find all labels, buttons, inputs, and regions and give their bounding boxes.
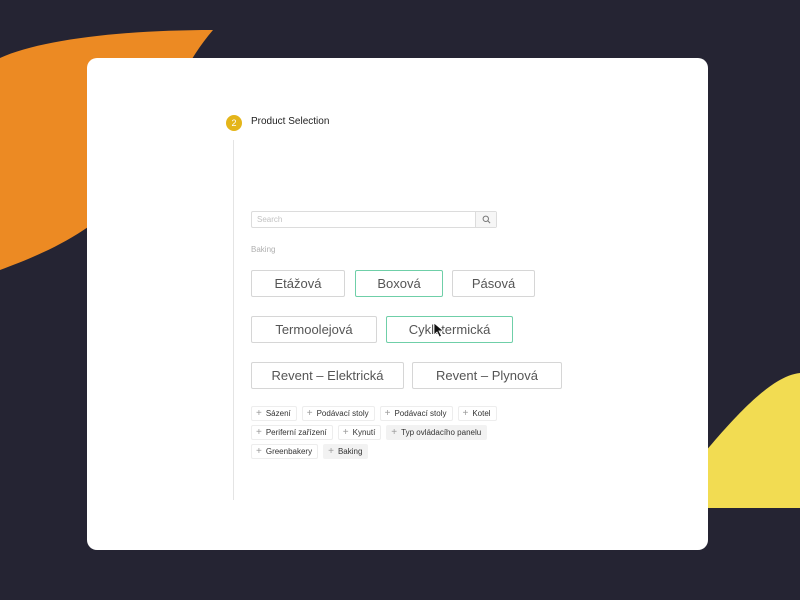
step-number-badge: 2: [226, 115, 242, 131]
plus-icon: +: [462, 407, 469, 419]
option-revent-elektricka[interactable]: Revent – Elektrická: [251, 362, 404, 389]
search-input[interactable]: [252, 212, 475, 227]
search-icon: [482, 215, 490, 224]
plus-icon: +: [384, 407, 391, 419]
mouse-cursor-icon: [433, 322, 445, 338]
plus-icon: +: [328, 445, 334, 457]
option-etazova[interactable]: Etážová: [251, 270, 345, 297]
tag-item[interactable]: + Typ ovládacího panelu: [386, 425, 488, 440]
tag-item[interactable]: + Podávací stoly: [379, 406, 453, 421]
tag-item[interactable]: + Kotel: [457, 406, 497, 421]
tag-item[interactable]: + Sázení: [251, 406, 297, 421]
option-termoolejova[interactable]: Termoolejová: [251, 316, 377, 343]
option-revent-plynova[interactable]: Revent – Plynová: [412, 362, 562, 389]
category-label: Baking: [251, 245, 276, 254]
step-connector-line: [233, 140, 234, 500]
tag-item[interactable]: + Baking: [323, 444, 369, 459]
search-button[interactable]: [475, 212, 496, 227]
option-boxova[interactable]: Boxová: [355, 270, 443, 297]
tag-item[interactable]: + Kynutí: [337, 425, 382, 440]
plus-icon: +: [391, 426, 398, 438]
plus-icon: +: [256, 445, 262, 457]
tag-item[interactable]: + Periferní zařízení: [251, 425, 333, 440]
plus-icon: +: [306, 407, 313, 419]
wizard-card: 2 Product Selection Baking Etážová Boxov…: [87, 58, 708, 550]
plus-icon: +: [256, 426, 262, 438]
plus-icon: +: [342, 426, 349, 438]
option-pasova[interactable]: Pásová: [452, 270, 535, 297]
plus-icon: +: [256, 407, 262, 419]
search-box: [251, 211, 497, 228]
tag-item[interactable]: + Podávací stoly: [301, 406, 375, 421]
option-cyklotermicka[interactable]: Cyklotermická: [386, 316, 513, 343]
tag-item[interactable]: + Greenbakery: [251, 444, 319, 459]
step-title: Product Selection: [251, 116, 330, 127]
